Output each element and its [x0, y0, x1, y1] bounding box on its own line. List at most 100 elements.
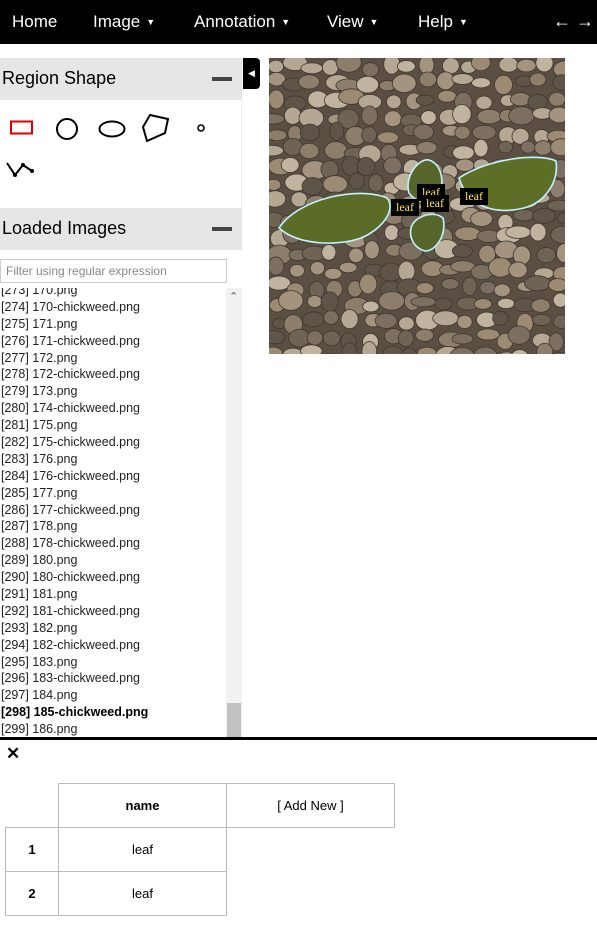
pebble [524, 275, 551, 292]
list-item[interactable]: [284] 176-chickweed.png [0, 468, 226, 485]
pebble [283, 106, 302, 125]
table-row[interactable]: 1 leaf [5, 827, 395, 872]
column-header-name: name [58, 783, 227, 828]
list-item[interactable]: [287] 178.png [0, 518, 226, 535]
list-item[interactable]: [285] 177.png [0, 485, 226, 502]
list-item[interactable]: [296] 183-chickweed.png [0, 670, 226, 687]
list-item[interactable]: [293] 182.png [0, 620, 226, 637]
list-item[interactable]: [286] 177-chickweed.png [0, 502, 226, 519]
pebble [552, 292, 565, 308]
list-item[interactable]: [297] 184.png [0, 687, 226, 704]
collapse-icon[interactable] [212, 227, 232, 231]
pebble [456, 314, 473, 330]
point-icon[interactable] [196, 123, 206, 133]
attribute-value-cell[interactable]: leaf [58, 871, 227, 916]
polyline-icon[interactable] [5, 159, 35, 181]
list-item[interactable]: [279] 173.png [0, 383, 226, 400]
pebble [288, 328, 311, 348]
pebble [434, 297, 453, 311]
image-list-scrollbar[interactable]: ⌃ [226, 288, 242, 738]
pebble [493, 283, 511, 298]
menu-annotation[interactable]: Annotation ▼ [194, 12, 290, 32]
rectangle-icon[interactable] [10, 120, 34, 136]
pebble [413, 123, 434, 141]
menu-image[interactable]: Image ▼ [93, 12, 155, 32]
pebble [418, 71, 438, 88]
pebble [520, 140, 536, 154]
toggle-sidebar-button[interactable]: ◀ [243, 58, 260, 89]
pebble [553, 314, 565, 329]
menu-help-label: Help [418, 12, 453, 31]
pebble [386, 94, 402, 110]
pebble [356, 156, 376, 177]
pebble [442, 58, 460, 75]
pebble [536, 247, 557, 264]
pebble [322, 175, 348, 194]
caret-down-icon: ▼ [458, 17, 468, 27]
list-item[interactable]: [277] 172.png [0, 350, 226, 367]
row-index: 2 [5, 871, 59, 916]
table-header-row: name [ Add New ] [6, 783, 395, 828]
list-item[interactable]: [288] 178-chickweed.png [0, 535, 226, 552]
pebble [488, 257, 513, 278]
menu-help[interactable]: Help ▼ [418, 12, 468, 32]
list-item[interactable]: [281] 175.png [0, 417, 226, 434]
pebble [361, 62, 379, 78]
pebble [479, 281, 496, 295]
list-item[interactable]: [275] 171.png [0, 316, 226, 333]
list-item[interactable]: [280] 174-chickweed.png [0, 400, 226, 417]
pebble [299, 123, 320, 142]
list-item[interactable]: [291] 181.png [0, 586, 226, 603]
pebble [410, 296, 437, 308]
list-item[interactable]: [299] 186.png [0, 721, 226, 738]
image-canvas[interactable]: leaf leaf leaf leaf [269, 58, 565, 354]
pebble [534, 140, 553, 156]
region-label: leaf [391, 199, 419, 216]
pebble [455, 158, 475, 172]
table-row[interactable]: 2 leaf [5, 871, 395, 916]
pebble [269, 190, 287, 208]
list-item[interactable]: [295] 183.png [0, 654, 226, 671]
list-item[interactable]: [289] 180.png [0, 552, 226, 569]
menu-view[interactable]: View ▼ [327, 12, 378, 32]
pebble [497, 297, 516, 309]
list-item[interactable]: [273] 170.png [0, 288, 226, 299]
ellipse-icon[interactable] [98, 120, 126, 138]
list-item[interactable]: [290] 180-chickweed.png [0, 569, 226, 586]
image-filter-input[interactable] [0, 259, 227, 283]
add-new-attribute-button[interactable]: [ Add New ] [226, 783, 395, 828]
pebble [324, 267, 343, 280]
pebble [529, 222, 547, 242]
attribute-value-cell[interactable]: leaf [58, 827, 227, 872]
pebble [398, 316, 415, 331]
pebble [451, 244, 473, 258]
close-icon[interactable]: ✕ [6, 744, 20, 764]
pebble [452, 145, 475, 161]
pebble [529, 72, 547, 87]
list-item[interactable]: [292] 181-chickweed.png [0, 603, 226, 620]
pebble [471, 124, 497, 141]
region-shape-header[interactable]: Region Shape [0, 58, 242, 100]
menu-annotation-label: Annotation [194, 12, 276, 31]
list-item[interactable]: [294] 182-chickweed.png [0, 637, 226, 654]
prev-next-arrows-icon[interactable]: ← → [553, 11, 594, 32]
circle-icon[interactable] [55, 117, 79, 141]
list-item[interactable]: [276] 171-chickweed.png [0, 333, 226, 350]
polygon-icon[interactable] [141, 113, 171, 143]
pebble [396, 60, 416, 73]
pebble [454, 125, 471, 140]
list-item[interactable]: [274] 170-chickweed.png [0, 299, 226, 316]
collapse-icon[interactable] [212, 77, 232, 81]
list-item[interactable]: [283] 176.png [0, 451, 226, 468]
pebble [320, 291, 339, 312]
scroll-up-icon[interactable]: ⌃ [229, 290, 238, 303]
list-item[interactable]: [282] 175-chickweed.png [0, 434, 226, 451]
menu-home[interactable]: Home [12, 12, 57, 32]
scrollbar-thumb[interactable] [227, 703, 241, 738]
region-label: leaf [460, 188, 488, 205]
list-item[interactable]: [278] 172-chickweed.png [0, 366, 226, 383]
panel-divider[interactable] [0, 737, 597, 740]
loaded-images-header[interactable]: Loaded Images [0, 208, 242, 250]
pebble [301, 177, 324, 196]
list-item[interactable]: [298] 185-chickweed.png [0, 704, 226, 721]
